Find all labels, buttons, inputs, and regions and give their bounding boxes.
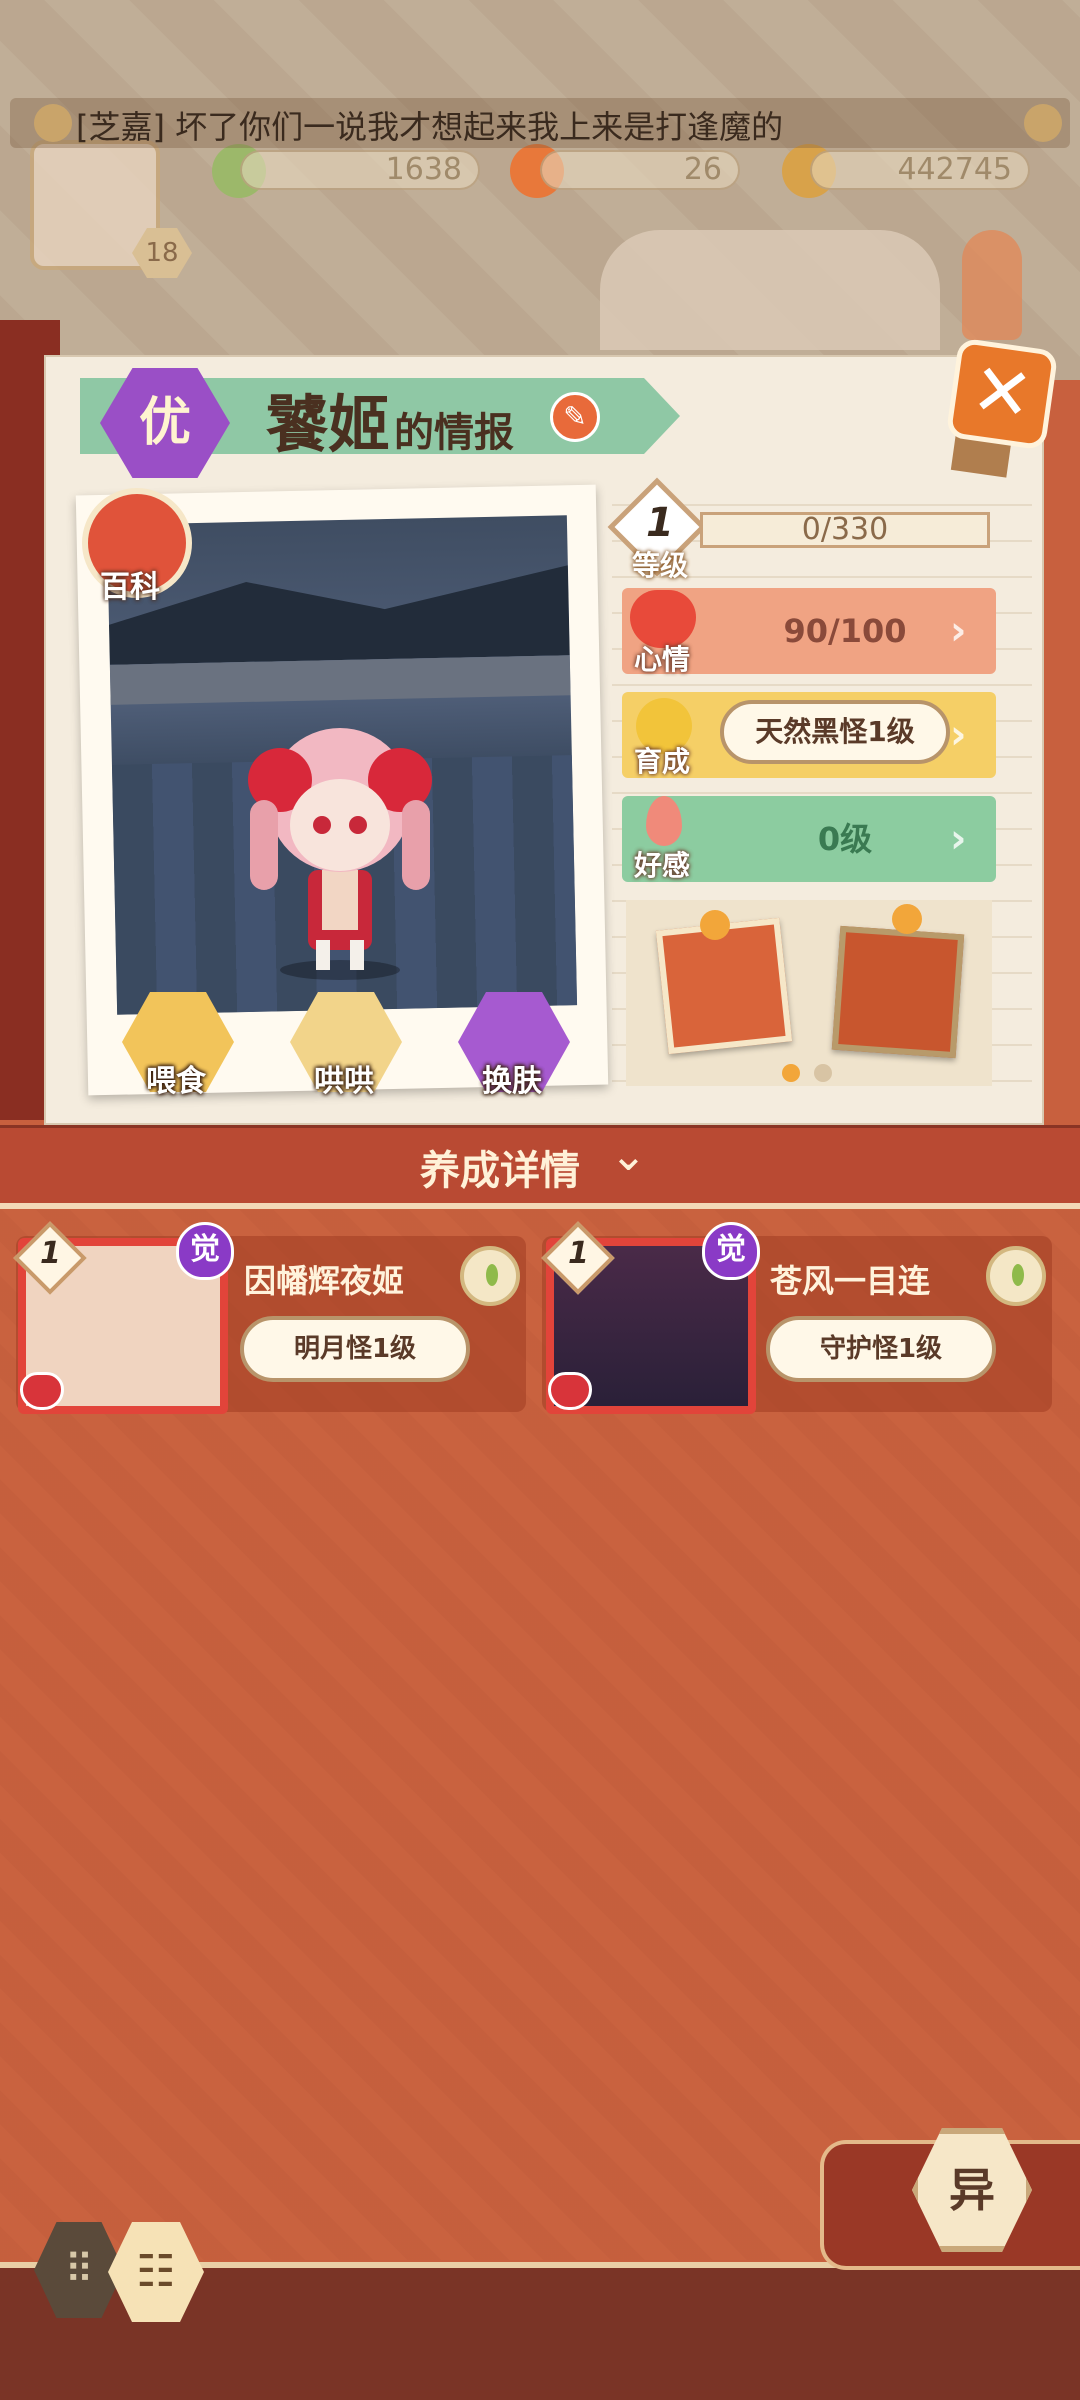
flower-icon xyxy=(1024,104,1062,142)
heart-icon xyxy=(20,1372,64,1410)
page-dot-active[interactable] xyxy=(782,1064,800,1082)
edit-name-button[interactable]: ✎ xyxy=(550,392,600,442)
seed-icon[interactable] xyxy=(986,1246,1046,1306)
jade-count: 1638 xyxy=(240,150,480,190)
pet-tag: 明月怪1级 xyxy=(240,1316,470,1382)
growth-label: 育成 xyxy=(634,745,691,778)
mood-value: 90/100 xyxy=(783,612,907,650)
close-button[interactable]: ✕ xyxy=(945,337,1059,451)
coin-count: 442745 xyxy=(810,150,1030,190)
detail-title: 养成详情 xyxy=(420,1148,580,1194)
affection-value: 0级 xyxy=(817,820,873,858)
cloud-decoration xyxy=(600,230,940,350)
awaken-badge: 觉 xyxy=(176,1222,234,1280)
character-sprite[interactable] xyxy=(240,690,440,980)
wiki-label: 百科 xyxy=(100,570,160,605)
heart-icon xyxy=(548,1372,592,1410)
chevron-right-icon: › xyxy=(950,816,967,862)
mystery-card[interactable] xyxy=(831,925,965,1059)
level-number: 1 xyxy=(646,500,674,546)
chevron-down-icon[interactable]: ⌄ xyxy=(610,1130,647,1181)
fish-banner-icon[interactable] xyxy=(962,230,1022,340)
flower-icon xyxy=(34,104,72,142)
pin-icon xyxy=(892,904,922,934)
awaken-badge: 觉 xyxy=(702,1222,760,1280)
growth-value: 天然黑怪1级 xyxy=(720,700,950,764)
level-label: 等级 xyxy=(632,549,689,582)
feed-label: 喂食 xyxy=(146,1064,206,1099)
chat-sender: [芝嘉] xyxy=(76,108,165,146)
chevron-right-icon: › xyxy=(950,608,967,654)
pet-name: 因幡辉夜姬 xyxy=(244,1262,405,1300)
stamina-count: 26 xyxy=(540,150,740,190)
mood-label: 心情 xyxy=(634,643,691,676)
pet-level: 1 xyxy=(568,1236,589,1271)
chat-text: 坏了你们一说我才想起来我上来是打逢魔的 xyxy=(175,108,784,146)
level-exp-bar: 0/330 xyxy=(700,512,990,548)
pet-tag: 守护怪1级 xyxy=(766,1316,996,1382)
skin-label: 换肤 xyxy=(482,1064,542,1099)
header-divider xyxy=(0,1203,1080,1209)
coax-label: 哄哄 xyxy=(314,1064,374,1099)
seed-icon[interactable] xyxy=(460,1246,520,1306)
mystery-card[interactable] xyxy=(655,917,793,1055)
title-suffix: 的情报 xyxy=(394,410,514,456)
pin-icon xyxy=(700,910,730,940)
character-name: 饕姬 xyxy=(266,388,391,461)
page-dot[interactable] xyxy=(814,1064,832,1082)
pet-level: 1 xyxy=(40,1236,61,1271)
affection-label: 好感 xyxy=(634,849,691,882)
pet-name: 苍风一目连 xyxy=(770,1262,931,1300)
close-icon: ✕ xyxy=(966,346,1038,438)
chat-message: [芝嘉] 坏了你们一说我才想起来我上来是打逢魔的 xyxy=(76,102,783,148)
chevron-right-icon: › xyxy=(950,712,967,758)
